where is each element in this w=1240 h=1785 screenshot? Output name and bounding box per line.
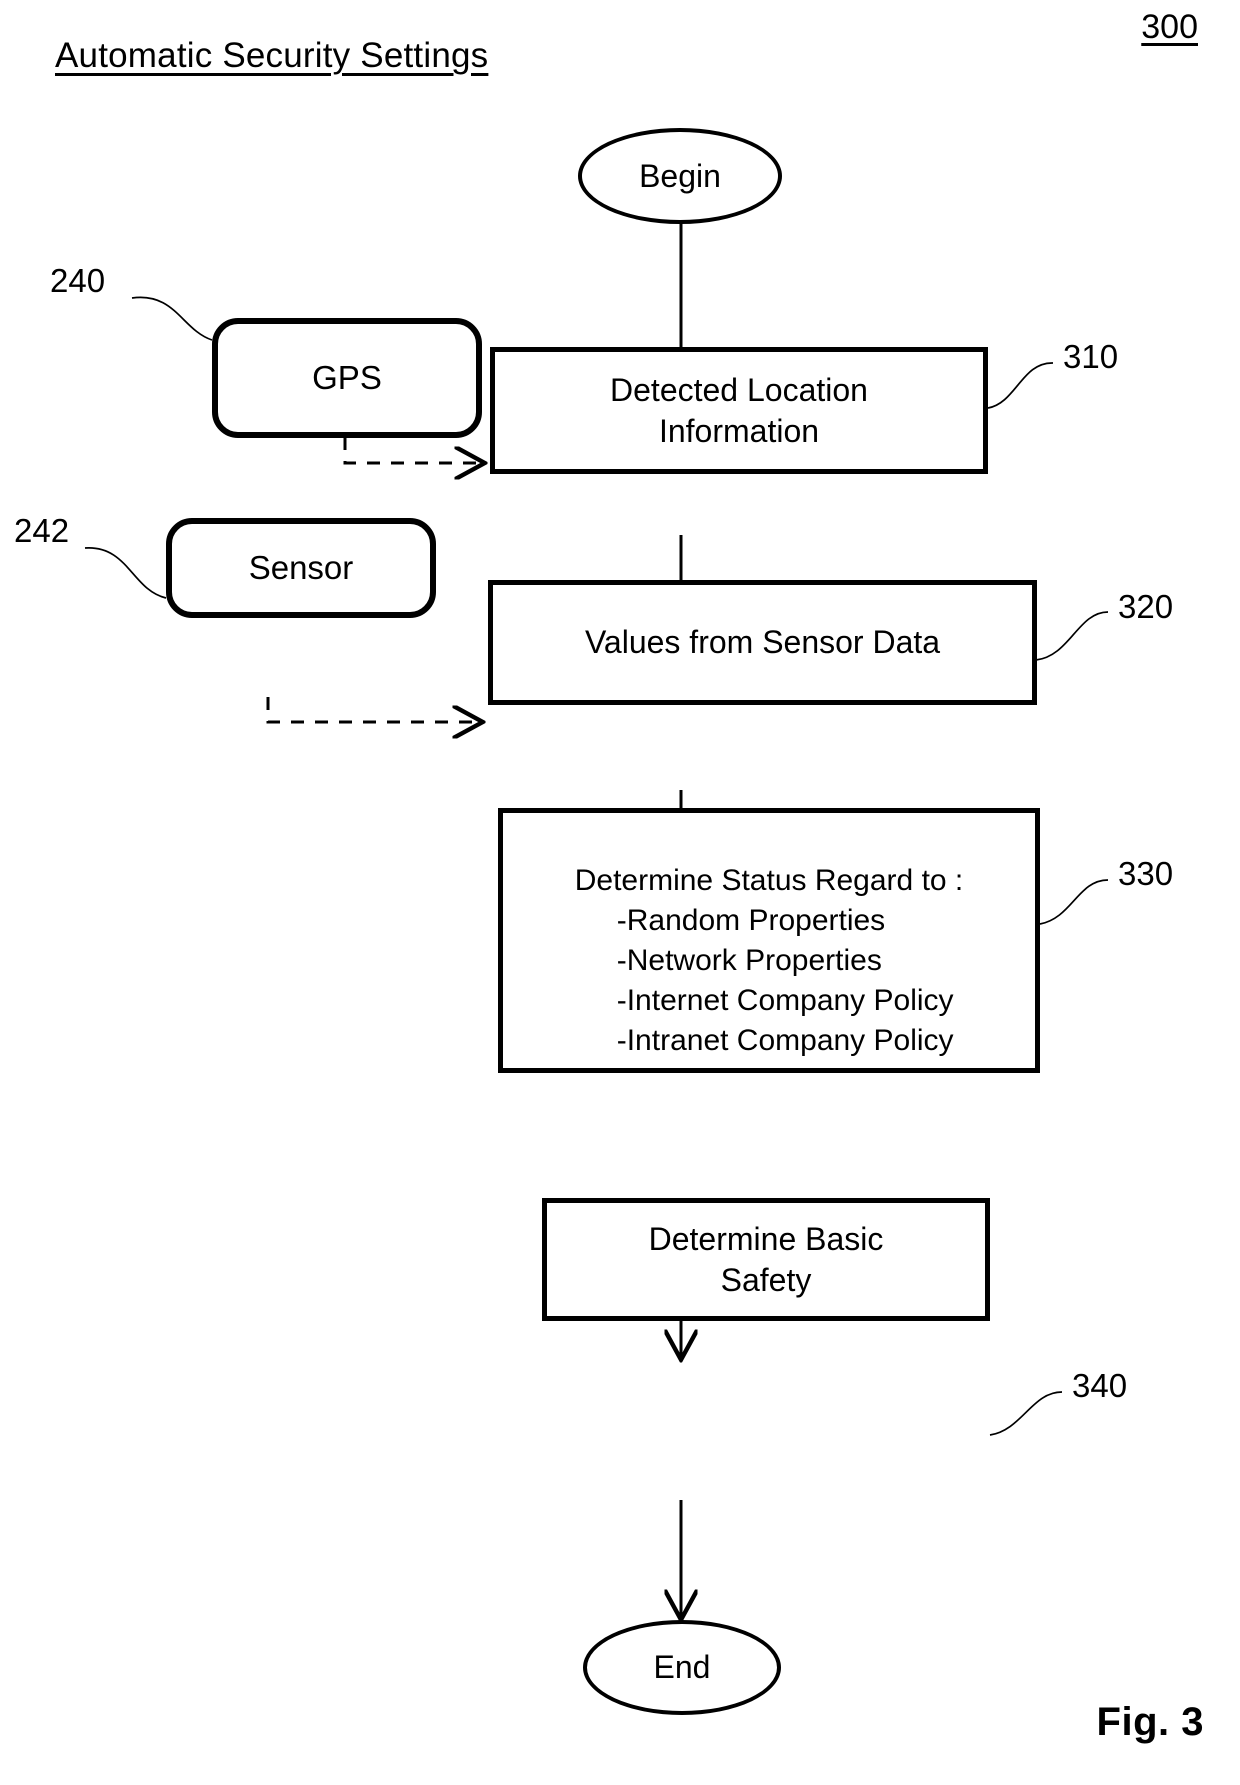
node-330-heading: Determine Status Regard to : [574,864,964,897]
node-begin[interactable]: Begin [578,128,782,224]
figure-title: Automatic Security Settings [55,36,489,75]
reference-330: 330 [1118,855,1174,892]
node-gps-label: GPS [312,359,382,397]
leader-320 [1035,611,1109,661]
node-310-line2: Information [658,412,820,449]
leader-330 [1039,879,1109,925]
node-330-item-1: -Network Properties [616,943,882,977]
node-sensor-label: Sensor [248,549,354,587]
node-310-line1: Detected Location [610,372,868,409]
node-340-text: Determine Basic Safety [649,1219,884,1300]
node-determine-status[interactable]: Determine Status Regard to : -Random Pro… [498,808,1040,1073]
figure-caption: Fig. 3 [1096,1700,1204,1744]
reference-242: 242 [14,512,70,549]
node-end-label: End [653,1649,711,1686]
leader-240 [131,296,213,341]
node-determine-basic-safety[interactable]: Determine Basic Safety [542,1198,990,1321]
node-330-item-0: -Random Properties [616,903,886,937]
leader-340 [989,1391,1063,1436]
node-330-textblock: Determine Status Regard to : -Random Pro… [575,861,964,1060]
leader-310 [987,362,1054,409]
node-values-from-sensor-data[interactable]: Values from Sensor Data [488,580,1037,705]
reference-320: 320 [1118,588,1174,625]
reference-340: 340 [1072,1367,1128,1404]
node-320-label: Values from Sensor Data [584,624,941,661]
node-310-text: Detected Location Information [610,370,868,451]
node-340-line2: Safety [720,1261,812,1298]
node-gps[interactable]: GPS [212,318,482,438]
connector-gps-to-310-dashed [343,437,482,463]
node-sensor[interactable]: Sensor [166,518,436,618]
node-begin-label: Begin [639,157,721,194]
leader-242 [84,547,167,599]
node-340-line1: Determine Basic [648,1221,884,1258]
figure-canvas: Automatic Security Settings 300 Fig. 3 B… [0,0,1240,1785]
reference-240: 240 [50,262,106,299]
node-detected-location-information[interactable]: Detected Location Information [490,347,988,474]
reference-310: 310 [1063,338,1119,375]
connector-sensor-to-320-dashed [266,697,480,722]
figure-reference-300: 300 [1141,8,1198,46]
node-330-item-3: -Intranet Company Policy [616,1023,954,1057]
node-end[interactable]: End [583,1620,781,1715]
node-330-item-2: -Internet Company Policy [616,983,954,1017]
